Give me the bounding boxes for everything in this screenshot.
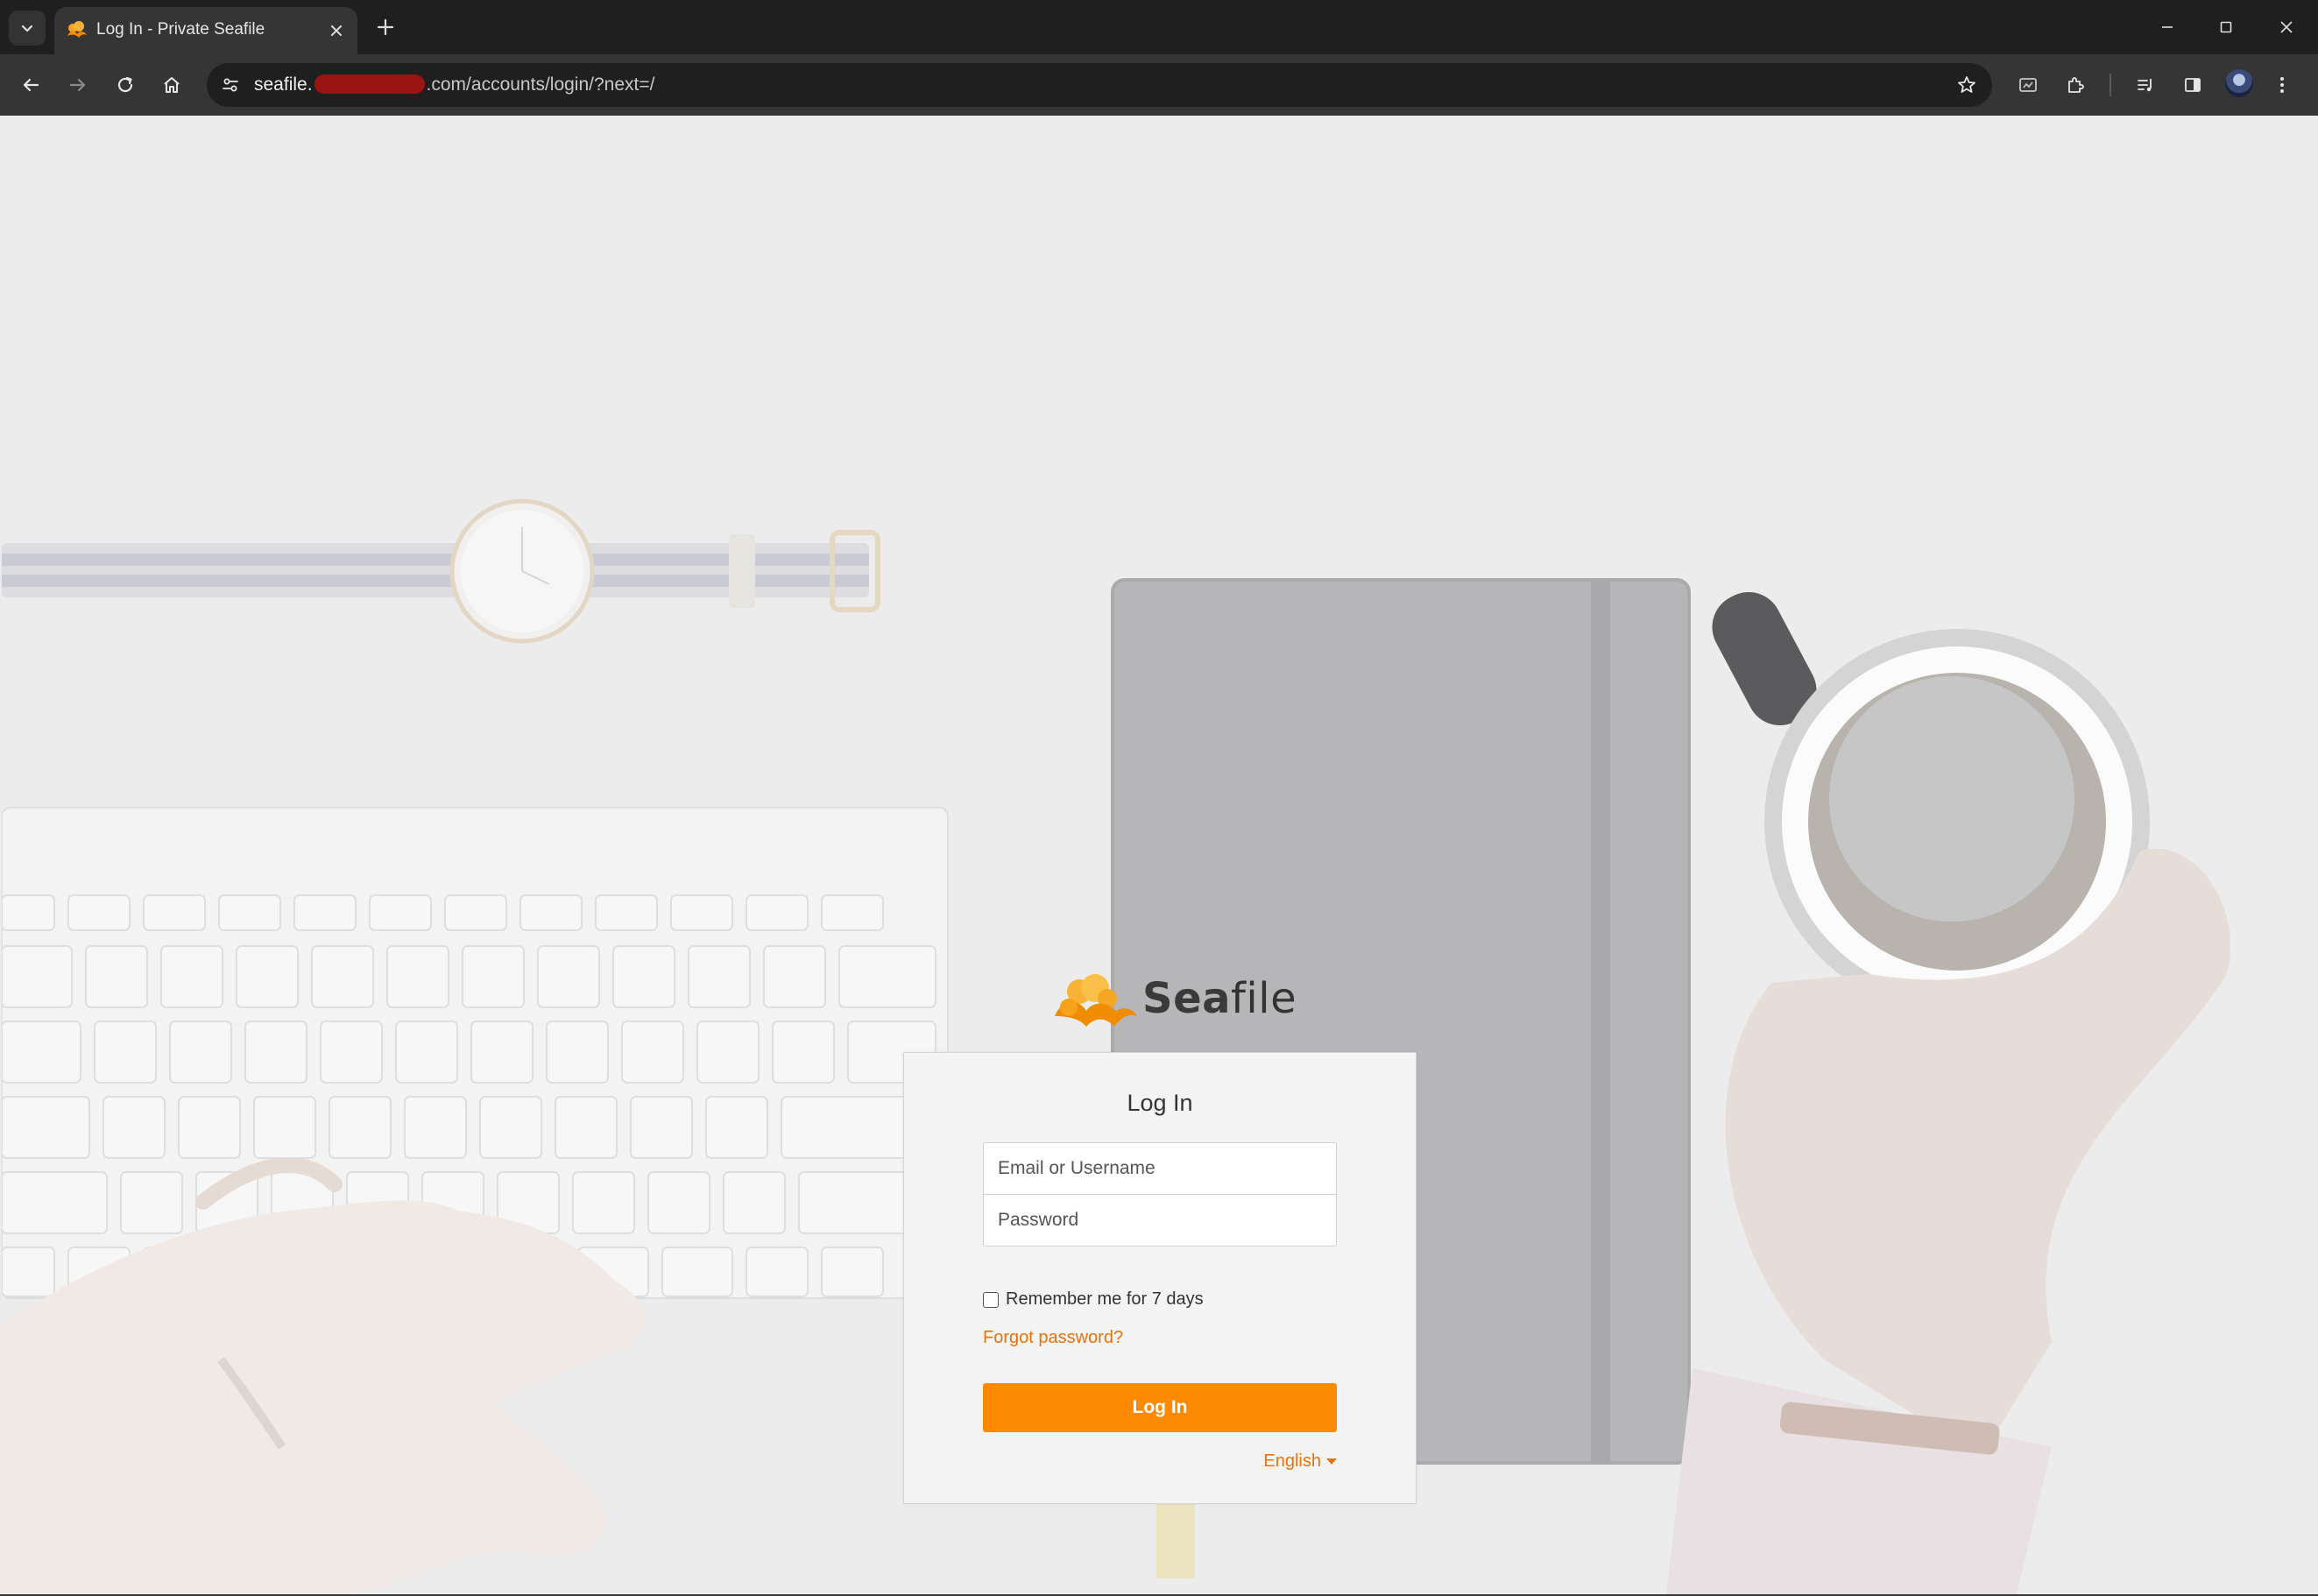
maximize-icon (2220, 21, 2232, 33)
redacted-domain-mark (314, 74, 425, 94)
puzzle-icon (2068, 77, 2084, 93)
home-icon (164, 77, 180, 93)
screen-cast-icon (2019, 78, 2037, 92)
language-selector[interactable]: English (1263, 1451, 1337, 1472)
toolbar-divider (2110, 74, 2111, 96)
back-button[interactable] (12, 67, 49, 103)
playlist-icon (2138, 79, 2152, 92)
close-icon (2280, 21, 2293, 33)
media-controls-button[interactable] (2010, 67, 2046, 103)
chevron-down-icon (21, 25, 33, 32)
arrow-left-icon (23, 78, 39, 92)
home-button[interactable] (153, 67, 190, 103)
seafile-logo-text: Seafile (1142, 974, 1297, 1023)
extensions-button[interactable] (2057, 67, 2094, 103)
seafile-favicon-icon (67, 21, 87, 38)
browser-tab-strip: Log In - Private Seafile (0, 0, 2318, 54)
reading-list-button[interactable] (2127, 67, 2164, 103)
browser-tab-active[interactable]: Log In - Private Seafile (54, 7, 357, 54)
close-window-button[interactable] (2262, 9, 2311, 46)
side-panel-icon (2185, 78, 2201, 92)
close-tab-icon[interactable] (324, 18, 349, 43)
profile-avatar[interactable] (2225, 69, 2253, 97)
username-input[interactable] (983, 1142, 1337, 1195)
login-submit-button[interactable]: Log In (983, 1383, 1337, 1432)
remember-me-checkbox[interactable] (983, 1291, 999, 1308)
language-label[interactable]: English (1263, 1451, 1321, 1472)
address-bar[interactable]: seafile. .com/accounts/login/?next=/ (207, 63, 1992, 107)
bookmark-star-icon[interactable] (1950, 68, 1983, 102)
forgot-password-link[interactable]: Forgot password? (983, 1328, 1123, 1348)
plus-icon (377, 18, 394, 36)
side-panel-button[interactable] (2174, 67, 2211, 103)
reload-button[interactable] (107, 67, 144, 103)
browser-menu-button[interactable] (2264, 67, 2300, 103)
kebab-menu-icon (2280, 77, 2284, 93)
reload-icon (117, 76, 133, 93)
page-viewport: Seafile Log In Remember me for 7 days Fo… (2, 116, 2316, 1594)
caret-down-icon (1326, 1458, 1337, 1465)
seafile-logo: Seafile (1053, 967, 1297, 1037)
arrow-right-icon (69, 78, 86, 92)
forward-button[interactable] (60, 67, 96, 103)
remember-me-label[interactable]: Remember me for 7 days (1006, 1289, 1204, 1310)
maximize-window-button[interactable] (2201, 9, 2251, 46)
site-info-icon[interactable] (214, 68, 247, 102)
password-input[interactable] (983, 1194, 1337, 1246)
seafile-logo-icon (1055, 974, 1137, 1027)
tab-title: Log In - Private Seafile (96, 20, 265, 39)
remember-me-row[interactable]: Remember me for 7 days (983, 1289, 1204, 1310)
new-tab-button[interactable] (370, 11, 401, 44)
minimize-window-button[interactable] (2143, 9, 2192, 46)
browser-toolbar: seafile. .com/accounts/login/?next=/ (0, 54, 2318, 116)
login-heading: Log In (1127, 1090, 1193, 1116)
tab-search-button[interactable] (9, 11, 46, 46)
minimize-icon (2162, 26, 2173, 28)
login-panel: Log In Remember me for 7 days Forgot pas… (903, 1052, 1417, 1504)
url-text: seafile. .com/accounts/login/?next=/ (254, 74, 655, 95)
